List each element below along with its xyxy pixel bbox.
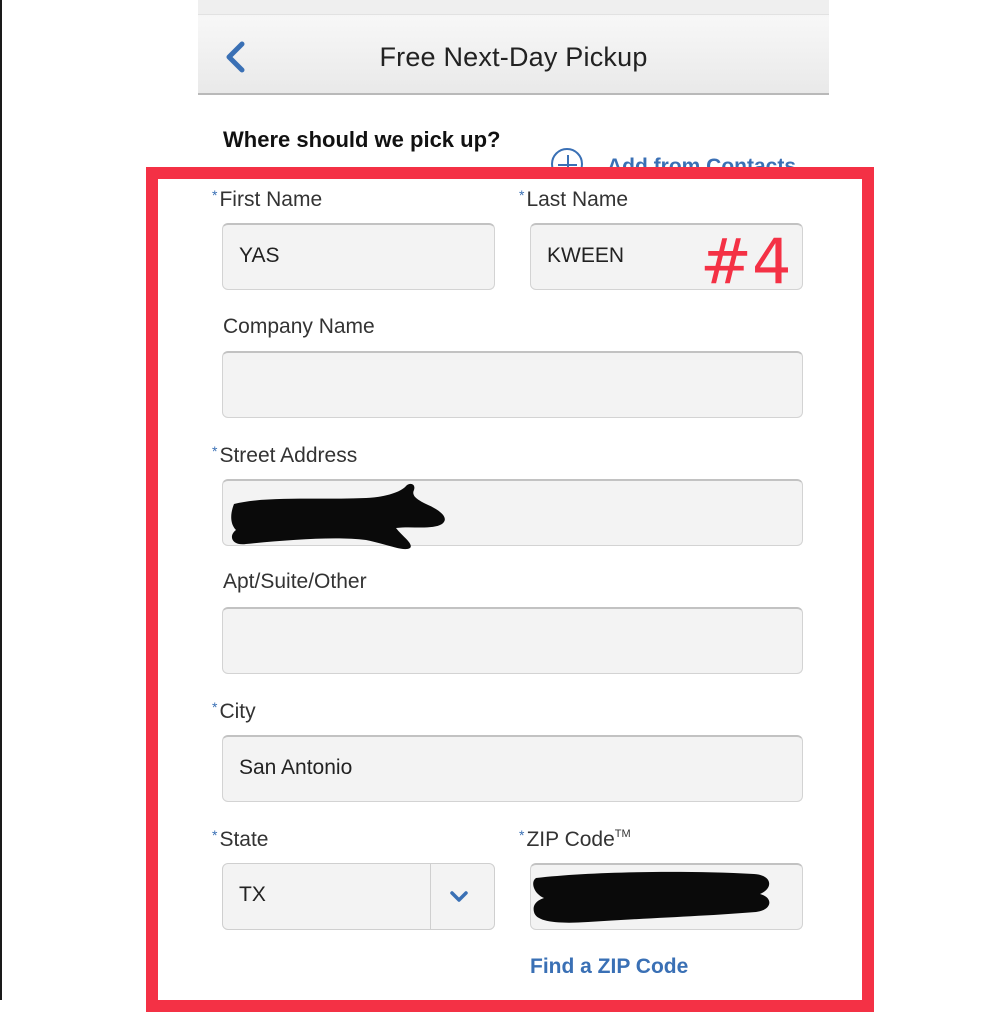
zip-code-label: *ZIP CodeTM <box>519 827 631 852</box>
state-label-text: State <box>219 828 269 851</box>
apt-suite-label: Apt/Suite/Other <box>223 570 367 593</box>
required-marker: * <box>519 187 525 203</box>
street-address-label-text: Street Address <box>219 444 358 467</box>
chevron-down-icon <box>450 891 468 902</box>
first-name-label-text: First Name <box>219 188 323 211</box>
last-name-label-text: Last Name <box>526 188 628 211</box>
nav-header: Free Next-Day Pickup <box>198 0 829 95</box>
company-name-field[interactable] <box>222 351 803 418</box>
left-edge-rule <box>0 0 2 1000</box>
annotation-number: #4 <box>700 225 792 298</box>
first-name-label: *First Name <box>212 187 322 212</box>
status-band <box>198 0 829 15</box>
state-select-value: TX <box>239 883 266 906</box>
company-name-label: Company Name <box>223 315 375 338</box>
redaction-scribble <box>533 871 770 923</box>
select-divider <box>430 864 431 929</box>
zip-code-label-text: ZIP Code <box>526 828 615 851</box>
required-marker: * <box>519 827 525 843</box>
page-title: Free Next-Day Pickup <box>379 42 648 72</box>
apt-suite-field[interactable] <box>222 607 803 674</box>
section-title: Where should we pick up? <box>223 127 501 152</box>
required-marker: * <box>212 827 218 843</box>
state-select[interactable]: TX <box>222 863 495 930</box>
city-field[interactable]: San Antonio <box>222 735 803 802</box>
city-label: *City <box>212 699 256 724</box>
city-label-text: City <box>219 700 256 723</box>
state-label: *State <box>212 827 269 852</box>
trademark-mark: TM <box>614 828 631 840</box>
required-marker: * <box>212 187 218 203</box>
find-zip-code-link[interactable]: Find a ZIP Code <box>530 955 688 979</box>
first-name-field[interactable]: YAS <box>222 223 495 290</box>
street-address-label: *Street Address <box>212 443 357 468</box>
required-marker: * <box>212 699 218 715</box>
required-marker: * <box>212 443 218 459</box>
redaction-scribble <box>231 483 445 550</box>
last-name-label: *Last Name <box>519 187 628 212</box>
